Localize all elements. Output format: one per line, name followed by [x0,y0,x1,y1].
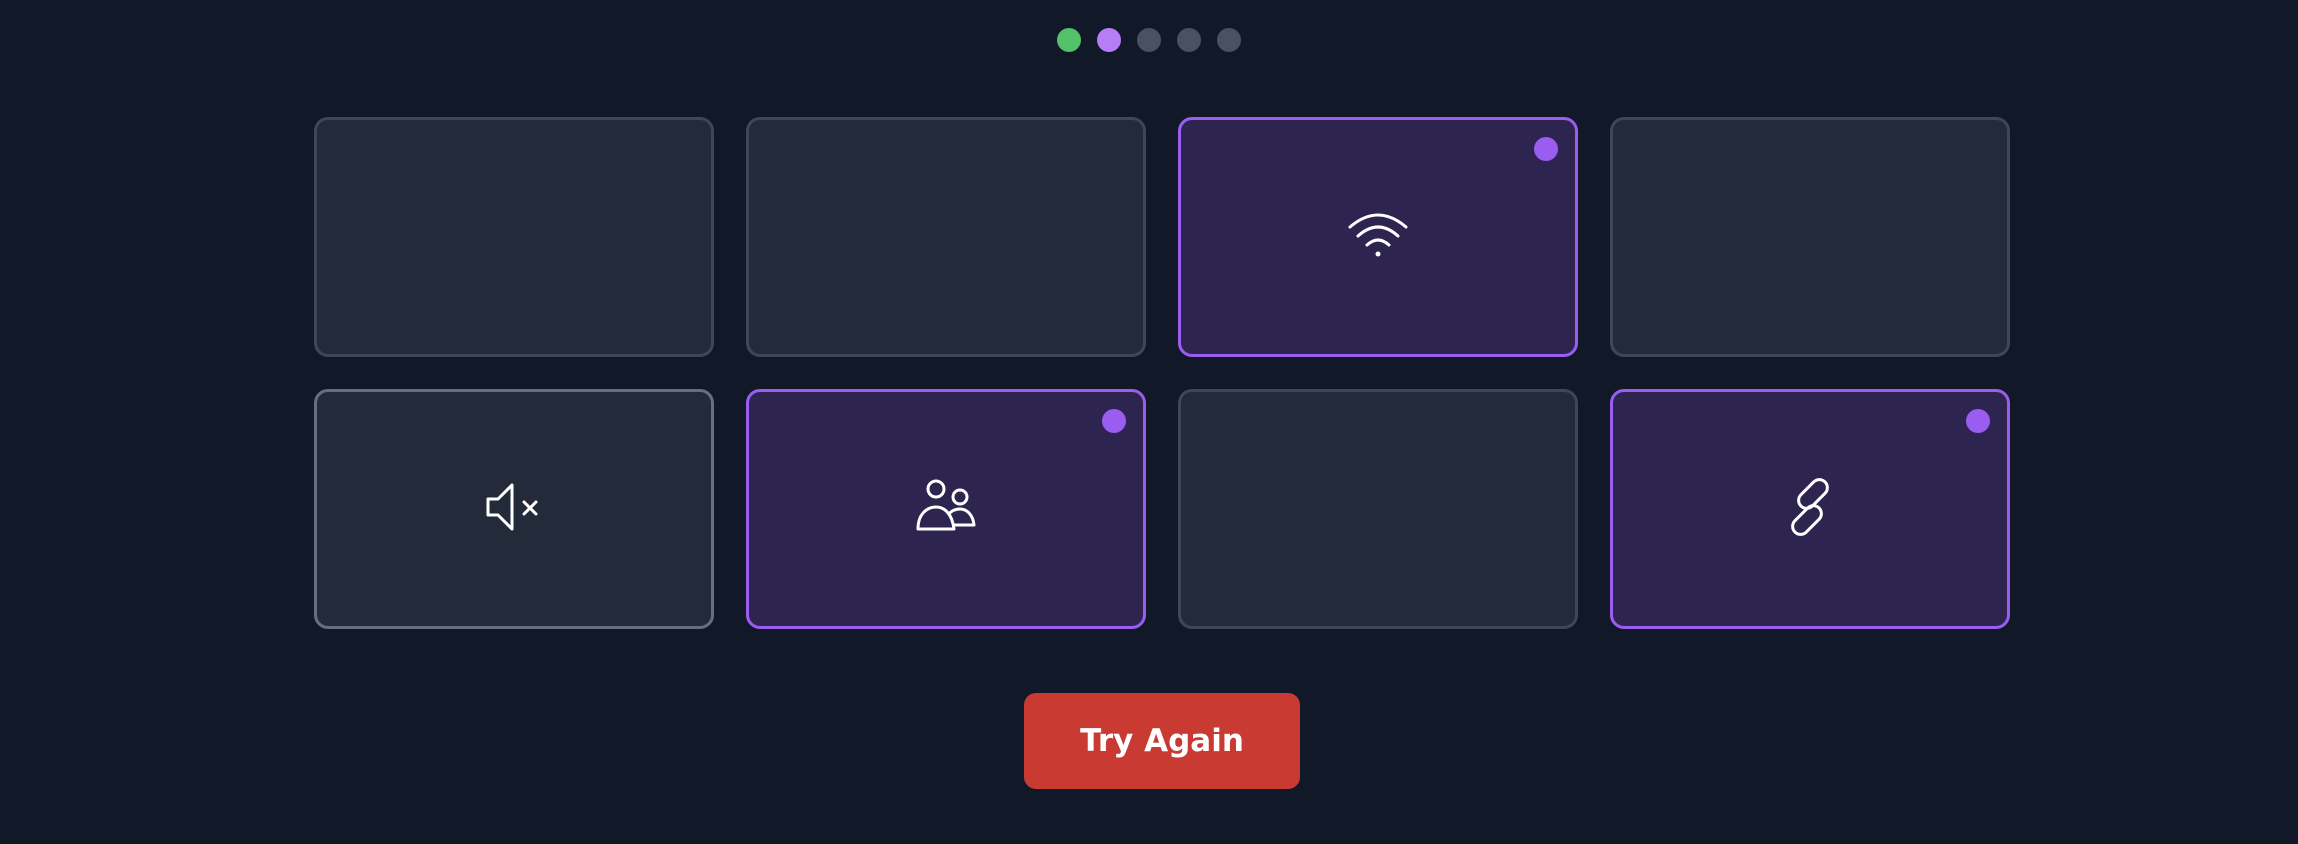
selected-marker [1966,409,1990,433]
card-8[interactable] [1610,389,2010,629]
try-again-button[interactable]: Try Again [1024,693,1300,789]
card-6[interactable] [746,389,1146,629]
selected-marker [1534,137,1558,161]
link-icon [1778,475,1842,543]
speaker-mute-icon [482,475,546,543]
card-3[interactable] [1178,117,1578,357]
memory-game-stage: Try Again [0,0,2298,844]
progress-dots [0,28,2298,52]
wifi-icon [1346,203,1410,271]
progress-dot-3 [1137,28,1161,52]
card-5[interactable] [314,389,714,629]
card-7[interactable] [1178,389,1578,629]
card-1[interactable] [314,117,714,357]
progress-dot-4 [1177,28,1201,52]
card-2[interactable] [746,117,1146,357]
progress-dot-5 [1217,28,1241,52]
selected-marker [1102,409,1126,433]
progress-dot-2 [1097,28,1121,52]
progress-dot-1 [1057,28,1081,52]
users-icon [914,475,978,543]
card-grid [314,117,2010,629]
card-4[interactable] [1610,117,2010,357]
